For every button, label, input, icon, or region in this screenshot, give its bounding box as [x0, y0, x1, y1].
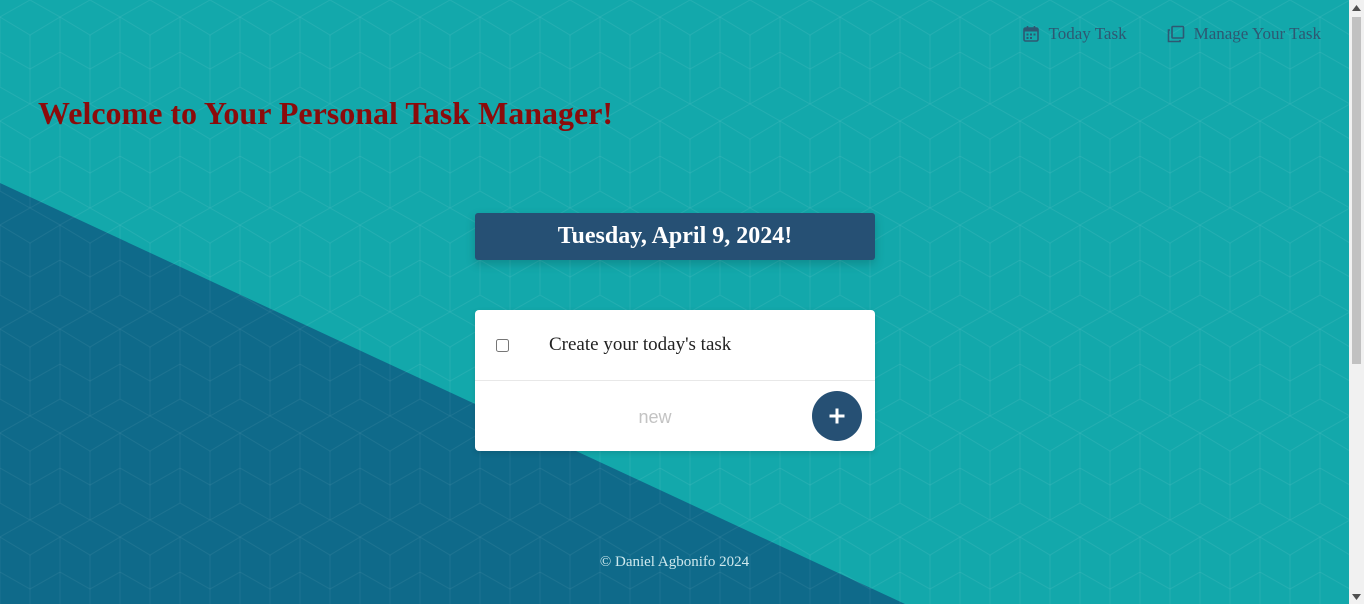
footer-copyright: © Daniel Agbonifo 2024: [599, 554, 750, 570]
calendar-icon: [1022, 25, 1040, 43]
date-banner: Tuesday, April 9, 2024!: [475, 213, 875, 260]
dark-diagonal-shape: [0, 183, 905, 604]
nav-manage-task[interactable]: Manage Your Task: [1167, 24, 1321, 44]
vertical-scrollbar[interactable]: [1349, 0, 1364, 604]
task-card: Create your today's task: [475, 310, 875, 451]
nav-today-task[interactable]: Today Task: [1022, 24, 1127, 44]
new-task-row: [475, 381, 875, 451]
scroll-thumb[interactable]: [1352, 17, 1361, 364]
page-title: Welcome to Your Personal Task Manager!: [38, 95, 614, 131]
task-row: Create your today's task: [475, 310, 875, 381]
page-background: [0, 0, 1349, 604]
task-checkbox[interactable]: [496, 338, 509, 352]
task-label: Create your today's task: [549, 334, 732, 355]
scroll-down-arrow[interactable]: [1349, 589, 1364, 604]
add-task-button[interactable]: [812, 391, 862, 441]
new-task-input[interactable]: [495, 399, 815, 435]
plus-icon: [829, 408, 845, 424]
nav-today-task-label: Today Task: [1048, 24, 1127, 43]
top-nav: Today Task Manage Your Task: [1022, 24, 1321, 44]
scroll-up-arrow[interactable]: [1349, 0, 1364, 15]
nav-manage-task-label: Manage Your Task: [1193, 24, 1321, 43]
copy-icon: [1167, 25, 1185, 43]
